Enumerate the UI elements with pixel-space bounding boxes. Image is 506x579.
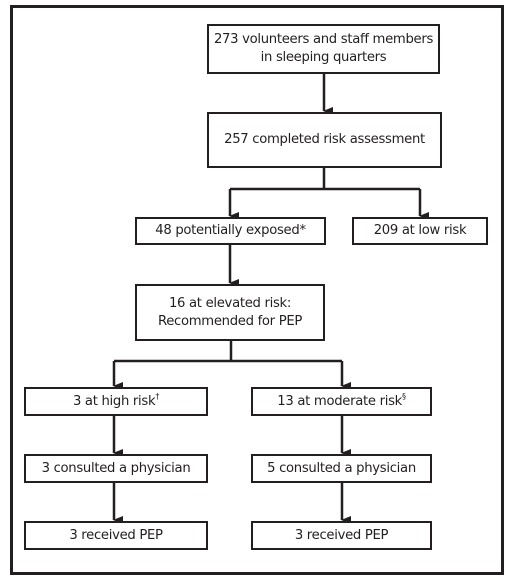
node-all-line1: 273 volunteers and staff members [213,32,434,47]
footnote-section: § [402,391,406,401]
node-moderate-risk: 13 at moderate risk§ [251,387,432,416]
node-low-label: 209 at low risk [373,223,467,238]
node-high-risk: 3 at high risk† [24,387,208,416]
node-high-pep-label: 3 received PEP [69,527,163,543]
node-high-received-pep: 3 received PEP [24,521,208,550]
node-potentially-exposed: 48 potentially exposed* [135,217,326,245]
node-assessed-label: 257 completed risk assessment [224,132,425,147]
node-moderate-consulted-label: 5 consulted a physician [267,460,416,476]
node-elevated-line1: 16 at elevated risk: [168,295,292,311]
node-exposed-label: 48 potentially exposed* [155,223,306,238]
node-all-line2: in sleeping quarters [260,50,387,65]
node-high-consulted: 3 consulted a physician [24,454,208,483]
node-high-consulted-label: 3 consulted a physician [41,460,191,476]
node-high-label: 3 at high risk [72,393,156,409]
node-moderate-label: 13 at moderate risk [277,393,402,409]
node-moderate-received-pep: 3 received PEP [251,521,432,550]
node-low-risk: 209 at low risk [352,217,488,245]
node-elevated-line2: Recommended for PEP [157,313,303,329]
node-elevated-risk: 16 at elevated risk: Recommended for PEP [135,284,325,341]
footnote-dagger: † [155,391,160,401]
node-all-volunteers: 273 volunteers and staff members in slee… [207,24,440,74]
node-completed-assessment: 257 completed risk assessment [207,112,442,168]
node-moderate-pep-label: 3 received PEP [294,527,389,543]
node-moderate-consulted: 5 consulted a physician [251,454,432,483]
